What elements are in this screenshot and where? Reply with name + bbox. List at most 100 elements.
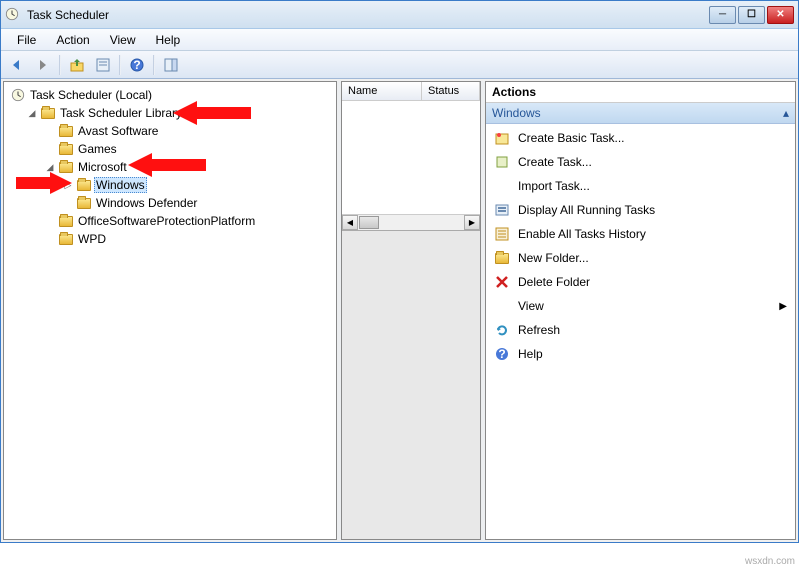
titlebar: Task Scheduler ─ ☐ ✕: [1, 1, 798, 29]
tree-avast-label: Avast Software: [76, 124, 160, 138]
action-help[interactable]: ? Help: [490, 342, 791, 366]
tree-library-node[interactable]: ◢ Task Scheduler Library: [26, 104, 332, 122]
maximize-icon: ☐: [747, 9, 756, 20]
action-label: Refresh: [518, 323, 560, 337]
folder-icon: [76, 195, 92, 211]
help-button[interactable]: ?: [125, 54, 149, 76]
body-panes: Task Scheduler (Local) ◢ Task Scheduler …: [1, 79, 798, 542]
column-name[interactable]: Name: [342, 82, 422, 100]
window-controls: ─ ☐ ✕: [709, 6, 794, 24]
minimize-icon: ─: [719, 9, 726, 20]
folder-icon: [76, 177, 92, 193]
close-icon: ✕: [776, 9, 784, 20]
actions-section-header[interactable]: Windows ▴: [486, 103, 795, 124]
forward-button[interactable]: [31, 54, 55, 76]
tree-windows-node[interactable]: ▷ Windows: [62, 176, 332, 194]
wizard-icon: [494, 130, 510, 146]
collapse-icon[interactable]: ◢: [26, 108, 38, 119]
toolbar-separator: [119, 55, 121, 75]
action-label: Create Basic Task...: [518, 131, 625, 145]
expand-icon[interactable]: ▷: [62, 180, 74, 191]
watermark: wsxdn.com: [745, 556, 795, 567]
tree-ospp-node[interactable]: OfficeSoftwareProtectionPlatform: [44, 212, 332, 230]
forward-arrow-icon: [35, 58, 51, 72]
action-label: New Folder...: [518, 251, 589, 265]
folder-icon: [58, 231, 74, 247]
app-icon: [5, 7, 21, 23]
list-pane: Name Status ◀ ▶: [341, 81, 481, 540]
action-refresh[interactable]: Refresh: [490, 318, 791, 342]
tree-games-label: Games: [76, 142, 119, 156]
action-label: Import Task...: [518, 179, 590, 193]
tree-windows-label: Windows: [94, 177, 147, 193]
scroll-left-icon[interactable]: ◀: [342, 215, 358, 230]
back-button[interactable]: [5, 54, 29, 76]
maximize-button[interactable]: ☐: [738, 6, 765, 24]
menu-file[interactable]: File: [7, 31, 46, 49]
delete-icon: [494, 274, 510, 290]
tree-microsoft-node[interactable]: ◢ Microsoft: [44, 158, 332, 176]
menu-view[interactable]: View: [100, 31, 146, 49]
actions-title: Actions: [486, 82, 795, 103]
action-new-folder[interactable]: New Folder...: [490, 246, 791, 270]
folder-icon: [58, 213, 74, 229]
folder-icon: [58, 141, 74, 157]
action-label: Delete Folder: [518, 275, 590, 289]
folder-icon: [58, 159, 74, 175]
action-enable-history[interactable]: Enable All Tasks History: [490, 222, 791, 246]
list-body: [342, 101, 480, 214]
action-label: Enable All Tasks History: [518, 227, 646, 241]
tree-ospp-label: OfficeSoftwareProtectionPlatform: [76, 214, 257, 228]
collapse-icon[interactable]: ◢: [44, 162, 56, 173]
action-create-basic-task[interactable]: Create Basic Task...: [490, 126, 791, 150]
toolbar-separator: [153, 55, 155, 75]
horizontal-scrollbar[interactable]: ◀ ▶: [342, 214, 480, 230]
task-scheduler-window: Task Scheduler ─ ☐ ✕ File Action View He…: [0, 0, 799, 543]
column-status[interactable]: Status: [422, 82, 480, 100]
back-arrow-icon: [9, 58, 25, 72]
refresh-icon: [494, 322, 510, 338]
tree-games-node[interactable]: Games: [44, 140, 332, 158]
list-header: Name Status: [342, 82, 480, 101]
action-pane-button[interactable]: [159, 54, 183, 76]
pane-icon: [163, 57, 179, 73]
action-display-running[interactable]: Display All Running Tasks: [490, 198, 791, 222]
properties-icon: [95, 57, 111, 73]
close-button[interactable]: ✕: [767, 6, 794, 24]
scroll-right-icon[interactable]: ▶: [464, 215, 480, 230]
minimize-button[interactable]: ─: [709, 6, 736, 24]
svg-text:?: ?: [133, 58, 140, 72]
scroll-thumb[interactable]: [359, 216, 379, 229]
tree-avast-node[interactable]: Avast Software: [44, 122, 332, 140]
menu-help[interactable]: Help: [146, 31, 191, 49]
clock-icon: [10, 87, 26, 103]
actions-section-label: Windows: [492, 106, 541, 120]
up-button[interactable]: [65, 54, 89, 76]
svg-text:?: ?: [498, 347, 505, 361]
help-icon: ?: [494, 346, 510, 362]
menu-action[interactable]: Action: [46, 31, 99, 49]
import-icon: [494, 178, 510, 194]
action-label: Create Task...: [518, 155, 592, 169]
tree-root-node[interactable]: Task Scheduler (Local): [8, 86, 332, 104]
folder-up-icon: [69, 57, 85, 73]
actions-pane: Actions Windows ▴ Create Basic Task... C…: [485, 81, 796, 540]
properties-button[interactable]: [91, 54, 115, 76]
history-icon: [494, 226, 510, 242]
collapse-icon: ▴: [783, 106, 789, 120]
folder-icon: [58, 123, 74, 139]
action-delete-folder[interactable]: Delete Folder: [490, 270, 791, 294]
actions-list: Create Basic Task... Create Task... Impo…: [486, 124, 795, 368]
toolbar-separator: [59, 55, 61, 75]
action-label: View: [518, 299, 544, 313]
tree-defender-node[interactable]: Windows Defender: [62, 194, 332, 212]
folder-icon: [40, 105, 56, 121]
action-create-task[interactable]: Create Task...: [490, 150, 791, 174]
tree-defender-label: Windows Defender: [94, 196, 199, 210]
menu-bar: File Action View Help: [1, 29, 798, 51]
action-view[interactable]: View ▶: [490, 294, 791, 318]
tree-microsoft-label: Microsoft: [76, 160, 129, 174]
action-import-task[interactable]: Import Task...: [490, 174, 791, 198]
tree-wpd-node[interactable]: WPD: [44, 230, 332, 248]
toolbar: ?: [1, 51, 798, 79]
